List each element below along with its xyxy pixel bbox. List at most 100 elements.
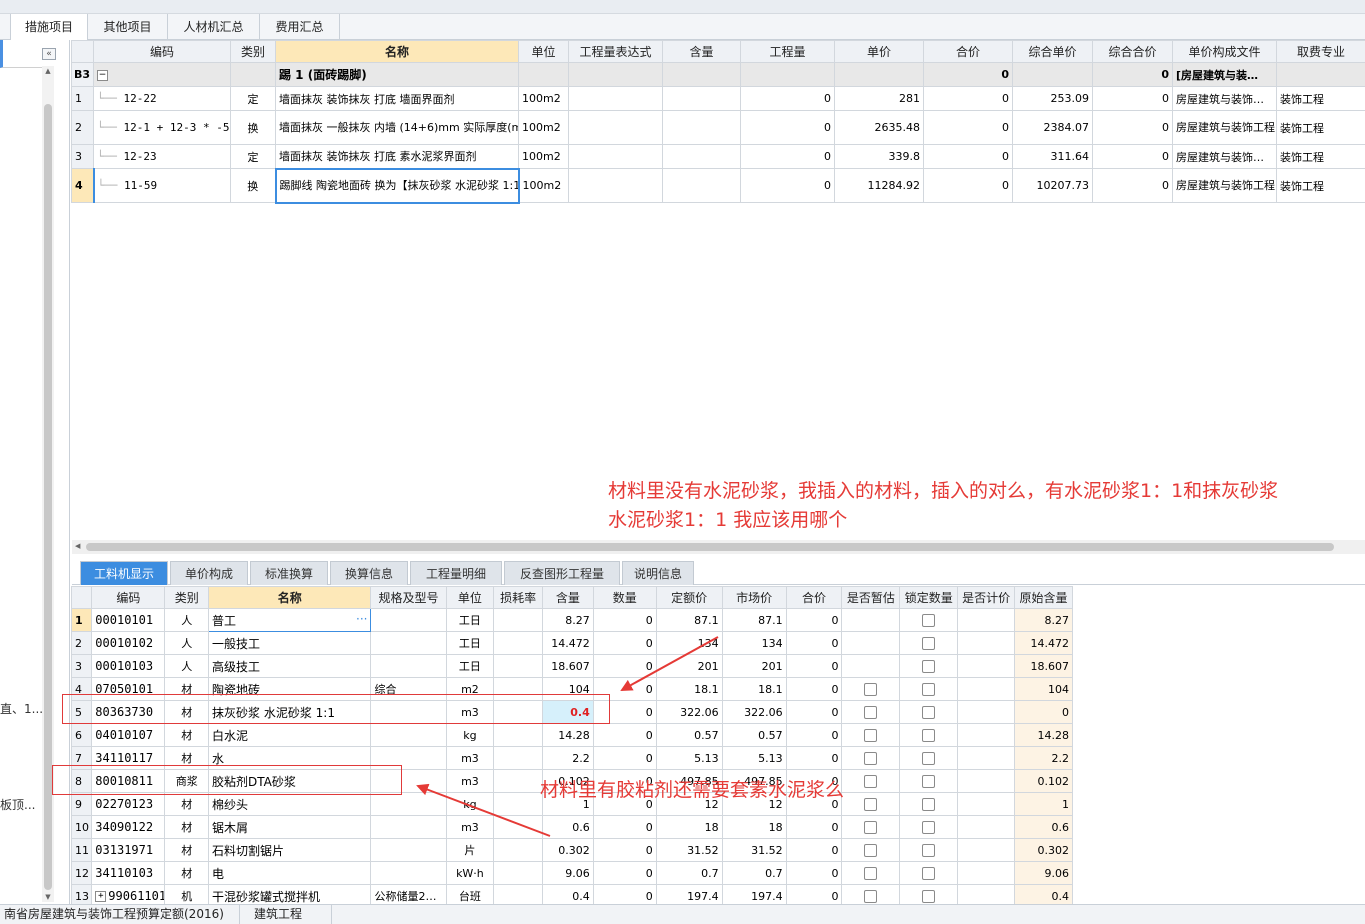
material-unit[interactable]: kW·h bbox=[445, 861, 495, 885]
item-type[interactable]: 换 bbox=[230, 168, 276, 203]
item-expression[interactable] bbox=[568, 168, 663, 203]
status-quota-standard[interactable]: 南省房屋建筑与装饰工程预算定额(2016) bbox=[0, 905, 240, 924]
table-row[interactable]: 10 34090122 材锯木屑 m3 0.6 0 18 18 0 0.6 bbox=[70, 815, 1073, 839]
lock-quantity-cell[interactable] bbox=[899, 838, 959, 862]
tab-graphic-quantity-lookup[interactable]: 反查图形工程量 bbox=[504, 561, 620, 585]
group-expander-cell[interactable]: − bbox=[93, 62, 231, 87]
is-estimate-cell[interactable] bbox=[841, 723, 901, 747]
material-market-price[interactable]: 0.7 bbox=[721, 861, 787, 885]
is-estimate-cell[interactable] bbox=[841, 861, 901, 885]
tab-description-info[interactable]: 说明信息 bbox=[622, 561, 694, 585]
lock-quantity-checkbox[interactable] bbox=[922, 659, 936, 673]
col-specialty[interactable]: 取费专业 bbox=[1276, 40, 1365, 63]
lock-quantity-checkbox[interactable] bbox=[922, 705, 936, 719]
table-row[interactable]: 11 03131971 材石料切割锯片片 0.302 0 31.52 31.52 0 0.302 bbox=[70, 838, 1073, 862]
lock-quantity-cell[interactable] bbox=[899, 861, 959, 885]
item-specialty[interactable]: 装饰工程 bbox=[1276, 168, 1365, 203]
material-name[interactable]: 电 bbox=[208, 861, 372, 885]
is-estimate-checkbox[interactable] bbox=[864, 751, 878, 765]
material-spec[interactable] bbox=[370, 861, 447, 885]
is-priced-cell[interactable] bbox=[957, 700, 1016, 724]
col-composite-price[interactable]: 综合单价 bbox=[1012, 40, 1093, 63]
item-price-file[interactable]: 房屋建筑与装饰工程 bbox=[1172, 110, 1277, 145]
col-price-file[interactable]: 单价构成文件 bbox=[1172, 40, 1277, 63]
material-unit[interactable]: kg bbox=[445, 723, 495, 747]
material-spec[interactable] bbox=[370, 654, 447, 678]
col-market-price[interactable]: 市场价 bbox=[721, 586, 787, 609]
is-priced-cell[interactable] bbox=[957, 815, 1016, 839]
upper-scroll-thumb[interactable] bbox=[86, 543, 1334, 551]
item-type[interactable]: 定 bbox=[230, 86, 276, 111]
table-row[interactable]: 6 04010107 材白水泥 kg 14.28 0 0.57 0.57 0 14.28 bbox=[70, 723, 1073, 747]
scroll-down-icon[interactable]: ▼ bbox=[43, 892, 53, 902]
item-name[interactable]: 墙面抹灰 一般抹灰 内墙 (14+6)mm 实际厚度(mm):15 bbox=[275, 110, 519, 145]
scroll-up-icon[interactable]: ▲ bbox=[43, 66, 53, 76]
material-name[interactable]: 石料切割锯片 bbox=[208, 838, 372, 862]
tab-price-composition[interactable]: 单价构成 bbox=[170, 561, 248, 585]
col-type[interactable]: 类别 bbox=[230, 40, 276, 63]
item-name-editing[interactable]: 踢脚线 陶瓷地面砖 换为【抹灰砂浆 水泥砂浆 1:1】 bbox=[274, 167, 520, 204]
is-estimate-checkbox[interactable] bbox=[864, 866, 878, 880]
is-estimate-checkbox[interactable] bbox=[864, 889, 878, 903]
is-estimate-checkbox[interactable] bbox=[864, 705, 878, 719]
item-code-cell[interactable]: └── 12-1 + 12-3 * -5 bbox=[93, 110, 231, 145]
material-content[interactable]: 0.302 bbox=[542, 838, 594, 862]
material-market-price[interactable]: 5.13 bbox=[721, 746, 787, 770]
material-market-price[interactable]: 322.06 bbox=[721, 700, 787, 724]
is-priced-cell[interactable] bbox=[957, 769, 1016, 793]
item-type[interactable]: 换 bbox=[230, 110, 276, 145]
material-spec[interactable] bbox=[370, 815, 447, 839]
material-code[interactable]: 04010107 bbox=[91, 723, 166, 747]
table-row[interactable]: 12 34110103 材电 kW·h 9.06 0 0.7 0.7 0 9.06 bbox=[70, 861, 1073, 885]
table-row[interactable]: 3 00010103 人高级技工 工日 18.607 0 201 201 0 18.607 bbox=[70, 654, 1073, 678]
item-unit-price[interactable]: 339.8 bbox=[834, 144, 924, 169]
table-row[interactable]: 1 └── 12-22 定 墙面抹灰 装饰抹灰 打底 墙面界面剂 100m2 0… bbox=[71, 86, 1365, 111]
col-name[interactable]: 名称 bbox=[208, 586, 372, 609]
material-type[interactable]: 人 bbox=[164, 608, 210, 632]
item-specialty[interactable]: 装饰工程 bbox=[1276, 86, 1365, 111]
is-priced-cell[interactable] bbox=[957, 631, 1016, 655]
lock-quantity-cell[interactable] bbox=[899, 608, 959, 632]
item-quantity[interactable]: 0 bbox=[740, 110, 835, 145]
is-estimate-cell[interactable] bbox=[841, 815, 901, 839]
material-loss-rate[interactable] bbox=[493, 815, 543, 839]
lock-quantity-cell[interactable] bbox=[899, 815, 959, 839]
item-content[interactable] bbox=[662, 168, 741, 203]
material-code[interactable]: 00010102 bbox=[91, 631, 166, 655]
material-market-price[interactable]: 201 bbox=[721, 654, 787, 678]
material-content[interactable]: 14.28 bbox=[542, 723, 594, 747]
material-loss-rate[interactable] bbox=[493, 631, 543, 655]
lock-quantity-checkbox[interactable] bbox=[922, 682, 936, 696]
item-type[interactable]: 定 bbox=[230, 144, 276, 169]
material-spec[interactable] bbox=[370, 631, 447, 655]
lock-quantity-cell[interactable] bbox=[899, 654, 959, 678]
material-unit[interactable]: 工日 bbox=[445, 608, 495, 632]
lock-quantity-cell[interactable] bbox=[899, 723, 959, 747]
is-estimate-checkbox[interactable] bbox=[864, 682, 878, 696]
material-unit[interactable]: 工日 bbox=[445, 654, 495, 678]
material-market-price[interactable]: 134 bbox=[721, 631, 787, 655]
col-total[interactable]: 合价 bbox=[785, 586, 843, 609]
is-estimate-checkbox[interactable] bbox=[864, 797, 878, 811]
col-type[interactable]: 类别 bbox=[164, 586, 210, 609]
material-spec[interactable] bbox=[370, 608, 447, 632]
col-quantity[interactable]: 数量 bbox=[592, 586, 657, 609]
is-estimate-cell[interactable] bbox=[841, 654, 901, 678]
is-priced-cell[interactable] bbox=[957, 861, 1016, 885]
item-code-cell[interactable]: └── 12-22 bbox=[93, 86, 231, 111]
material-loss-rate[interactable] bbox=[493, 838, 543, 862]
material-unit[interactable]: m3 bbox=[445, 815, 495, 839]
material-unit[interactable]: m3 bbox=[445, 769, 495, 793]
col-loss-rate[interactable]: 损耗率 bbox=[493, 586, 543, 609]
item-specialty[interactable]: 装饰工程 bbox=[1276, 144, 1365, 169]
item-unit[interactable]: 100m2 bbox=[518, 144, 569, 169]
material-type[interactable]: 材 bbox=[164, 815, 210, 839]
is-estimate-cell[interactable] bbox=[841, 792, 901, 816]
left-item-text[interactable]: 板顶... bbox=[0, 796, 35, 813]
item-price-file[interactable]: 房屋建筑与装饰… bbox=[1172, 86, 1277, 111]
upper-horizontal-scrollbar[interactable]: ◀ bbox=[72, 540, 1365, 554]
material-content[interactable]: 14.472 bbox=[542, 631, 594, 655]
table-row[interactable]: 3 └── 12-23 定 墙面抹灰 装饰抹灰 打底 素水泥浆界面剂 100m2… bbox=[71, 144, 1365, 169]
is-estimate-cell[interactable] bbox=[841, 608, 901, 632]
item-content[interactable] bbox=[662, 110, 741, 145]
